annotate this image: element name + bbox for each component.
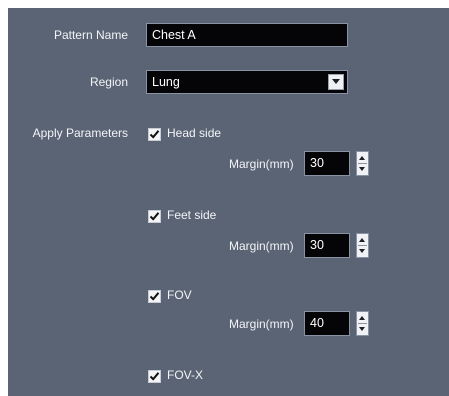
- fov-margin-input[interactable]: 40: [304, 311, 350, 336]
- fov-margin-stepper[interactable]: [356, 311, 369, 336]
- head-side-margin-stepper[interactable]: [356, 151, 369, 176]
- checkmark-icon: [149, 372, 160, 381]
- apply-parameters-label: Apply Parameters: [32, 126, 128, 140]
- spinner-up-icon[interactable]: [359, 316, 365, 320]
- fov-label: FOV: [167, 288, 192, 302]
- feet-side-checkbox[interactable]: [148, 210, 161, 223]
- spinner-down-icon[interactable]: [359, 167, 365, 171]
- head-side-checkbox[interactable]: [148, 128, 161, 141]
- fov-margin-label: Margin(mm): [229, 317, 294, 331]
- pattern-name-field[interactable]: Chest A: [146, 23, 348, 47]
- head-side-margin-label: Margin(mm): [229, 157, 294, 171]
- region-label: Region: [89, 75, 128, 89]
- head-side-margin-input[interactable]: 30: [304, 151, 350, 176]
- stepper-divider: [358, 163, 367, 164]
- region-dropdown[interactable]: Lung: [146, 70, 348, 94]
- stepper-divider: [358, 245, 367, 246]
- spinner-down-icon[interactable]: [359, 249, 365, 253]
- fov-checkbox[interactable]: [148, 290, 161, 303]
- fov-x-checkbox[interactable]: [148, 370, 161, 383]
- pattern-settings-panel: Pattern Name Chest A Region Lung Apply P…: [8, 8, 449, 396]
- spinner-up-icon[interactable]: [359, 238, 365, 242]
- pattern-name-label: Pattern Name: [53, 28, 128, 42]
- feet-side-margin-input[interactable]: 30: [304, 233, 350, 258]
- checkmark-icon: [149, 292, 160, 301]
- checkmark-icon: [149, 212, 160, 221]
- region-value: Lung: [152, 75, 180, 89]
- checkmark-icon: [149, 130, 160, 139]
- stepper-divider: [358, 323, 367, 324]
- head-side-label: Head side: [167, 126, 222, 140]
- feet-side-margin-stepper[interactable]: [356, 233, 369, 258]
- spinner-up-icon[interactable]: [359, 156, 365, 160]
- fov-x-label: FOV-X: [167, 368, 204, 382]
- feet-side-margin-label: Margin(mm): [229, 239, 294, 253]
- feet-side-label: Feet side: [167, 208, 217, 222]
- chevron-down-icon[interactable]: [328, 74, 344, 90]
- spinner-down-icon[interactable]: [359, 327, 365, 331]
